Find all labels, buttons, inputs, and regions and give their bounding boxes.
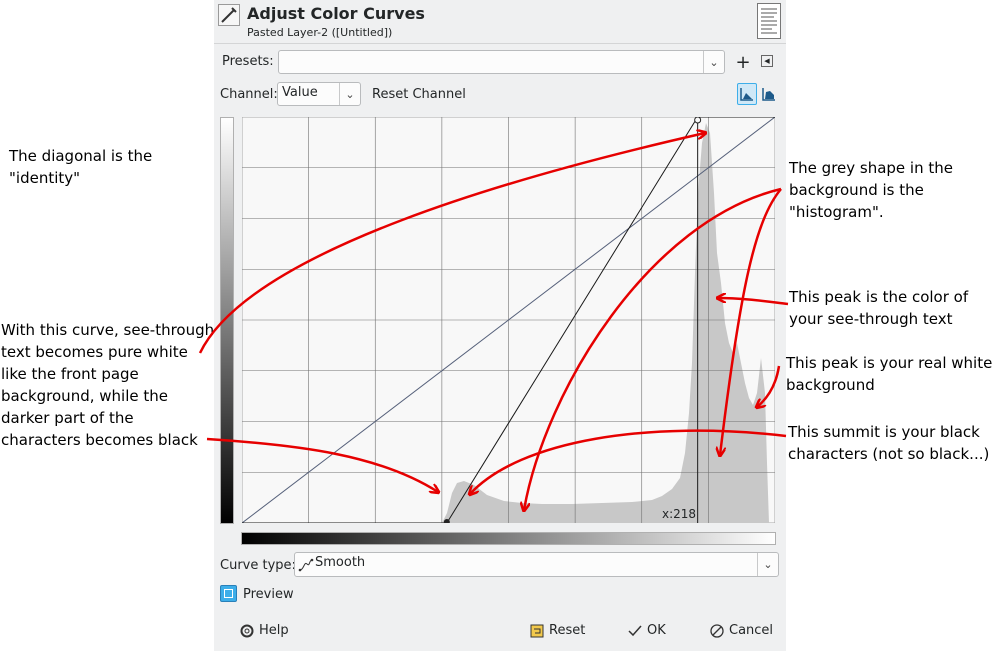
- annotation-peak-white: This peak is your real white background: [786, 352, 992, 396]
- presets-combo[interactable]: ⌄: [278, 50, 725, 74]
- curve-type-value: Smooth: [315, 555, 366, 570]
- annotation-line: This peak is the color of: [789, 288, 969, 306]
- annotation-line: This peak is your real white: [786, 354, 993, 372]
- cursor-readout: x:218: [662, 507, 697, 521]
- preview-checkbox[interactable]: [220, 585, 237, 602]
- annotation-curve: With this curve, see-through text become…: [1, 319, 214, 451]
- reset-channel-button[interactable]: Reset Channel: [372, 87, 466, 102]
- input-gradient-bar: [241, 532, 776, 545]
- chevron-down-icon: ⌄: [703, 51, 724, 73]
- channel-combo[interactable]: Value ⌄: [277, 82, 361, 106]
- log-histogram-icon[interactable]: [759, 83, 779, 105]
- annotation-line: characters (not so black...): [788, 445, 990, 463]
- reset-icon: [530, 624, 544, 637]
- annotation-line: background, while the: [1, 387, 168, 405]
- cancel-icon: [710, 623, 724, 638]
- annotation-line: background: [786, 376, 875, 394]
- annotation-line: With this curve, see-through: [1, 321, 215, 339]
- ok-button[interactable]: OK: [628, 623, 666, 638]
- annotation-line: like the front page: [1, 365, 139, 383]
- curve-type-combo[interactable]: Smooth ⌄: [294, 552, 779, 577]
- linear-histogram-icon[interactable]: [737, 83, 757, 105]
- annotation-line: your see-through text: [789, 310, 953, 328]
- annotation-identity: The diagonal is the "identity": [9, 145, 152, 189]
- help-button[interactable]: Help: [240, 623, 289, 638]
- reset-button[interactable]: Reset: [530, 623, 585, 638]
- annotation-line: The grey shape in the: [789, 159, 953, 177]
- check-icon: [628, 625, 642, 636]
- cancel-label: Cancel: [729, 623, 774, 638]
- annotation-line: The diagonal is the: [9, 147, 153, 165]
- annotation-line: characters becomes black: [1, 431, 198, 449]
- annotation-peak-text: This peak is the color of your see-throu…: [789, 286, 968, 330]
- add-preset-icon[interactable]: +: [734, 51, 752, 73]
- chevron-down-icon: ⌄: [757, 553, 778, 576]
- dialog-header: Adjust Color Curves Pasted Layer-2 ([Unt…: [214, 0, 786, 44]
- annotation-histogram: The grey shape in the background is the …: [789, 157, 953, 223]
- dialog-title: Adjust Color Curves: [247, 4, 425, 23]
- ok-label: OK: [647, 623, 666, 638]
- channel-label: Channel:: [220, 87, 278, 102]
- preview-label: Preview: [243, 587, 294, 602]
- curves-graph-svg[interactable]: [241, 116, 776, 525]
- annotation-line: "histogram".: [789, 203, 884, 221]
- dialog-subtitle: Pasted Layer-2 ([Untitled]): [247, 26, 393, 39]
- cancel-button[interactable]: Cancel: [710, 623, 773, 638]
- presets-label: Presets:: [222, 54, 274, 69]
- annotation-line: background is the: [789, 181, 924, 199]
- chevron-down-icon: ⌄: [339, 83, 360, 105]
- layer-thumbnail: [757, 3, 781, 39]
- control-point: [694, 116, 702, 124]
- curves-tool-icon: [218, 4, 240, 26]
- reset-label: Reset: [549, 623, 586, 638]
- channel-value: Value: [282, 85, 318, 100]
- output-gradient-bar: [220, 117, 234, 524]
- curves-graph[interactable]: [241, 116, 776, 525]
- smooth-curve-icon: [298, 557, 314, 577]
- annotation-line: "identity": [9, 169, 81, 187]
- annotation-line: text becomes pure white: [1, 343, 188, 361]
- preset-menu-icon[interactable]: ◀: [761, 55, 773, 67]
- help-icon: [240, 624, 254, 637]
- annotation-line: This summit is your black: [788, 423, 980, 441]
- annotation-summit-black: This summit is your black characters (no…: [788, 421, 989, 465]
- curve-type-label: Curve type:: [220, 558, 296, 573]
- annotation-line: darker part of the: [1, 409, 134, 427]
- help-label: Help: [259, 623, 289, 638]
